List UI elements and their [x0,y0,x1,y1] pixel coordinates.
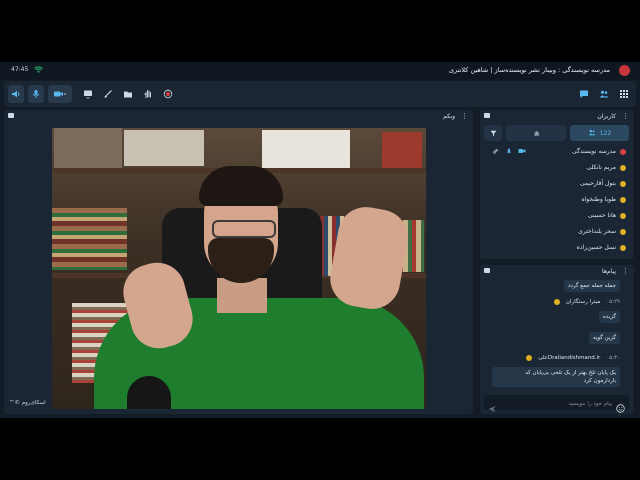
message-input[interactable] [500,397,614,410]
user-name: بتول آقارحیمی [579,180,616,187]
filter-icon[interactable] [484,125,502,141]
room-title: مدرسه نویسندگی : وبینار نشر نویسنده‌ساز … [448,66,610,74]
screen-share-icon[interactable] [80,85,96,103]
message-line: یک پایان تلخ بهتر از یک تلخی بی‌پایان که [525,370,616,376]
send-icon[interactable] [488,398,496,417]
chat-icon [484,268,490,273]
user-icon [620,164,626,171]
speaker-icon[interactable] [8,85,24,103]
title-bar: 47:45 مدرسه نویسندگی : وبینار نشر نویسند… [0,62,640,80]
user-icon [620,180,626,187]
more-options-icon[interactable]: ⋮ [461,112,468,120]
mic-icon[interactable] [506,148,512,157]
message-bubble: یک پایان تلخ بهتر از یک تلخی بی‌پایان که… [492,367,620,387]
user-icon [620,196,626,203]
more-options-icon[interactable]: ⋮ [622,112,629,120]
user-row[interactable]: هانا حسینی [588,209,626,222]
message-line: باردارمون کرد [583,378,616,384]
message-time: ۰۵:۳۰ [606,355,620,361]
users-icon [588,129,596,138]
user-row[interactable]: مریم نانکلی [586,161,626,174]
user-row[interactable]: نسل حسین‌زاده [577,241,626,254]
webcam-title: وبکم [443,113,455,120]
skyroom-logo-icon [619,65,630,76]
user-row[interactable]: سحر بلنداختری [578,225,626,238]
emoji-icon[interactable] [616,398,625,417]
hand-icon[interactable] [140,85,156,103]
users-title: کاربران [597,113,616,120]
users-icon [484,113,490,118]
messages-header: پیام‌ها ⋮ [480,265,634,277]
mic-icon[interactable] [28,85,44,103]
connection-icon [34,66,43,75]
user-icon [620,212,626,219]
watermark: اسکای‌روم ©™ [9,400,46,406]
chat-icon[interactable] [576,85,592,103]
pin-icon[interactable] [492,148,499,157]
sender-name: میترا رستگاران [565,299,601,305]
user-icon [553,299,560,305]
users-panel: کاربران ⋮ 122 مدرسه نویسندگی مریم نانکلی… [480,110,634,259]
users-count: 122 [599,129,612,137]
folder-icon[interactable] [120,85,136,103]
camera-icon[interactable] [518,148,526,156]
users-count-tab[interactable]: 122 [570,125,629,141]
message-sender: ۰۵:۳۰ Draliandishmand.irعلی [526,355,620,361]
grid-icon[interactable] [616,85,632,103]
more-options-icon[interactable]: ⋮ [622,267,629,275]
skyroom-app: 47:45 مدرسه نویسندگی : وبینار نشر نویسند… [0,62,640,418]
messages-panel: پیام‌ها ⋮ جمله جمله جمع گردد ۰۵:۲۹ میترا… [480,265,634,414]
message-bubble: گزیده [599,311,620,323]
webcam-header: وبکم ⋮ [4,110,473,122]
users-tabs: 122 [484,125,629,141]
user-icon [526,355,533,361]
webcam-video [52,128,426,409]
users-header: کاربران ⋮ [480,110,634,122]
messages-title: پیام‌ها [601,268,616,275]
host-badge-icon [620,148,626,155]
session-time: 47:45 [11,66,29,73]
user-row-host[interactable]: مدرسه نویسندگی [572,145,626,158]
record-icon[interactable] [160,85,176,103]
message-input-row [484,395,629,413]
toolbar [4,81,636,107]
user-icon [620,244,626,251]
user-icon [620,228,626,235]
message-bubble: جمله جمله جمع گردد [563,280,620,292]
user-name: مریم نانکلی [586,164,616,171]
user-row[interactable]: بتول آقارحیمی [580,177,626,190]
user-name: سحر بلنداختری [578,228,616,235]
camera-icon [8,113,14,118]
raised-hands-tab[interactable] [506,125,566,141]
brush-icon[interactable] [100,85,116,103]
user-name: مدرسه نویسندگی [571,148,616,155]
message-sender: ۰۵:۲۹ میترا رستگاران [553,299,620,305]
sender-name: Draliandishmand.irعلی [538,355,601,361]
user-name: نسل حسین‌زاده [576,244,616,251]
users-icon[interactable] [596,85,612,103]
message-bubble: گزین گویه [588,332,620,344]
message-time: ۰۵:۲۹ [606,299,620,305]
user-name: هانا حسینی [587,212,616,219]
user-name: طوبا وطنخواه [581,196,616,203]
user-row[interactable]: طوبا وطنخواه [581,193,626,206]
camera-icon[interactable] [48,85,72,103]
